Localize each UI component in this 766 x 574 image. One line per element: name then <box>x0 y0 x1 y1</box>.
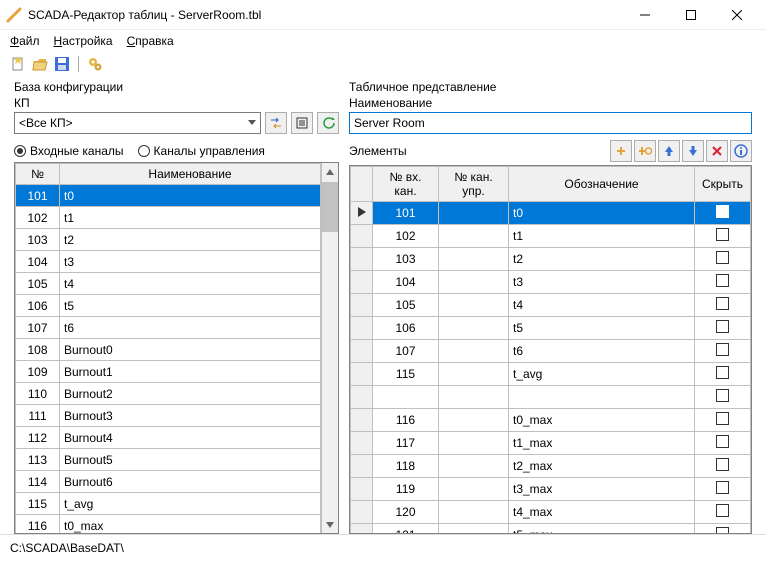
kp-select[interactable]: <Все КП> <box>14 112 261 134</box>
menu-settings[interactable]: Настройка <box>54 34 113 48</box>
hide-checkbox[interactable] <box>716 320 729 333</box>
config-panel: База конфигурации КП <Все КП> Входные ка… <box>14 80 339 534</box>
maximize-button[interactable] <box>668 0 714 30</box>
table-row[interactable]: 121t5_max <box>351 524 751 534</box>
delete-button[interactable] <box>706 140 728 162</box>
new-icon[interactable] <box>10 56 26 72</box>
table-row[interactable]: 114Burnout6 <box>16 471 321 493</box>
table-row[interactable]: 120t4_max <box>351 501 751 524</box>
hide-checkbox[interactable] <box>716 251 729 264</box>
save-icon[interactable] <box>54 56 70 72</box>
kp-label: КП <box>14 96 339 112</box>
add-item-button[interactable] <box>610 140 632 162</box>
scroll-down-icon[interactable] <box>322 516 338 533</box>
config-group-title: База конфигурации <box>14 80 339 96</box>
table-row[interactable]: 115t_avg <box>16 493 321 515</box>
window-title: SCADA-Редактор таблиц - ServerRoom.tbl <box>28 8 622 22</box>
table-row[interactable]: 118t2_max <box>351 455 751 478</box>
hide-checkbox[interactable] <box>716 458 729 471</box>
col-designation[interactable]: Обозначение <box>509 167 695 202</box>
table-row[interactable]: 102t1 <box>16 207 321 229</box>
table-view-panel: Табличное представление Наименование Ser… <box>349 80 752 534</box>
table-row[interactable]: 115t_avg <box>351 363 751 386</box>
hide-checkbox[interactable] <box>716 504 729 517</box>
table-row[interactable]: 106t5 <box>16 295 321 317</box>
table-row[interactable]: 110Burnout2 <box>16 383 321 405</box>
separator <box>78 56 79 72</box>
move-up-button[interactable] <box>658 140 680 162</box>
hide-checkbox[interactable] <box>716 205 729 218</box>
titlebar: SCADA-Редактор таблиц - ServerRoom.tbl <box>0 0 766 30</box>
scroll-thumb[interactable] <box>322 182 338 232</box>
table-row[interactable]: 105t4 <box>351 294 751 317</box>
table-row[interactable]: 112Burnout4 <box>16 427 321 449</box>
table-row[interactable]: 101t0 <box>351 202 751 225</box>
properties-button[interactable] <box>291 112 313 134</box>
rowheader-col <box>351 167 373 202</box>
hide-checkbox[interactable] <box>716 228 729 241</box>
menu-file[interactable]: Файл <box>10 34 40 48</box>
elements-label: Элементы <box>349 144 407 158</box>
menu-help[interactable]: Справка <box>127 34 174 48</box>
table-row[interactable]: 107t6 <box>16 317 321 339</box>
close-button[interactable] <box>714 0 760 30</box>
table-row[interactable]: 109Burnout1 <box>16 361 321 383</box>
col-no[interactable]: № <box>16 164 60 185</box>
col-hide[interactable]: Скрыть <box>695 167 751 202</box>
scrollbar[interactable] <box>321 163 338 533</box>
table-row[interactable]: 116t0_max <box>16 515 321 534</box>
move-down-button[interactable] <box>682 140 704 162</box>
transfer-button[interactable] <box>265 112 287 134</box>
app-icon <box>6 7 22 23</box>
table-row[interactable]: 104t3 <box>351 271 751 294</box>
table-row[interactable]: 102t1 <box>351 225 751 248</box>
table-row[interactable]: 106t5 <box>351 317 751 340</box>
gears-icon[interactable] <box>87 56 103 72</box>
col-ctl-channel[interactable]: № кан. упр. <box>439 167 509 202</box>
hide-checkbox[interactable] <box>716 343 729 356</box>
name-label: Наименование <box>349 96 752 112</box>
info-button[interactable] <box>730 140 752 162</box>
table-row[interactable]: 103t2 <box>16 229 321 251</box>
table-row[interactable]: 105t4 <box>16 273 321 295</box>
scroll-up-icon[interactable] <box>322 163 338 180</box>
hide-checkbox[interactable] <box>716 274 729 287</box>
table-row[interactable]: 113Burnout5 <box>16 449 321 471</box>
table-row[interactable]: 116t0_max <box>351 409 751 432</box>
table-row[interactable]: 111Burnout3 <box>16 405 321 427</box>
name-input[interactable]: Server Room <box>349 112 752 134</box>
table-row[interactable]: 101t0 <box>16 185 321 207</box>
toolbar <box>0 52 766 76</box>
status-bar: C:\SCADA\BaseDAT\ <box>0 534 766 561</box>
hide-checkbox[interactable] <box>716 481 729 494</box>
kp-select-value: <Все КП> <box>19 116 73 130</box>
table-row[interactable] <box>351 386 751 409</box>
minimize-button[interactable] <box>622 0 668 30</box>
table-row[interactable]: 107t6 <box>351 340 751 363</box>
hide-checkbox[interactable] <box>716 435 729 448</box>
table-row[interactable]: 117t1_max <box>351 432 751 455</box>
col-name[interactable]: Наименование <box>60 164 321 185</box>
hide-checkbox[interactable] <box>716 389 729 402</box>
add-empty-button[interactable] <box>634 140 656 162</box>
col-in-channel[interactable]: № вх. кан. <box>373 167 439 202</box>
table-row[interactable]: 103t2 <box>351 248 751 271</box>
radio-input-channels[interactable]: Входные каналы <box>14 144 124 158</box>
table-row[interactable]: 108Burnout0 <box>16 339 321 361</box>
table-row[interactable]: 104t3 <box>16 251 321 273</box>
hide-checkbox[interactable] <box>716 527 729 533</box>
radio-control-channels[interactable]: Каналы управления <box>138 144 265 158</box>
menubar: Файл Настройка Справка <box>0 30 766 52</box>
elements-table[interactable]: № вх. кан. № кан. упр. Обозначение Скрыт… <box>350 166 751 533</box>
hide-checkbox[interactable] <box>716 366 729 379</box>
open-icon[interactable] <box>32 56 48 72</box>
refresh-button[interactable] <box>317 112 339 134</box>
hide-checkbox[interactable] <box>716 297 729 310</box>
hide-checkbox[interactable] <box>716 412 729 425</box>
view-group-title: Табличное представление <box>349 80 752 96</box>
channels-table[interactable]: № Наименование 101t0102t1103t2104t3105t4… <box>15 163 321 533</box>
table-row[interactable]: 119t3_max <box>351 478 751 501</box>
